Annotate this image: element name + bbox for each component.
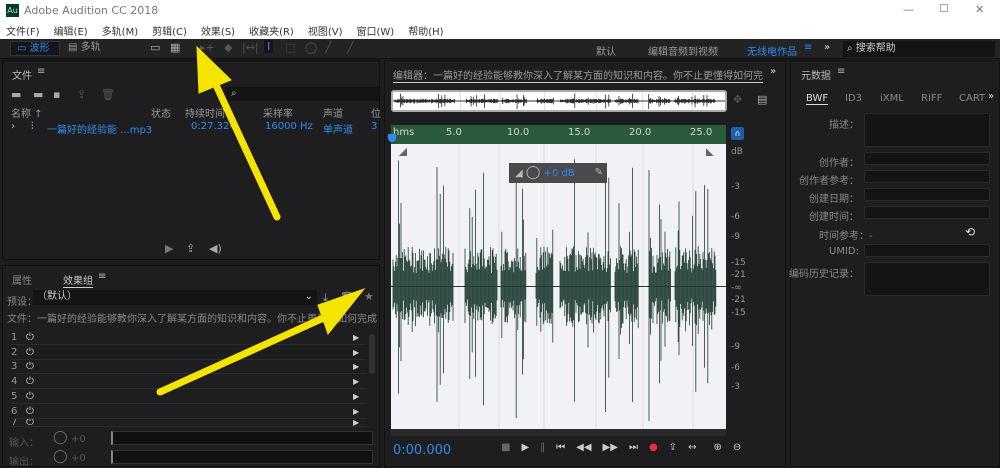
arrow-to-favorite-star xyxy=(156,311,334,396)
annotation-arrows xyxy=(156,45,366,396)
arrowhead xyxy=(317,287,366,336)
arrowhead xyxy=(196,45,232,94)
arrow-to-effects-menu xyxy=(212,81,281,221)
